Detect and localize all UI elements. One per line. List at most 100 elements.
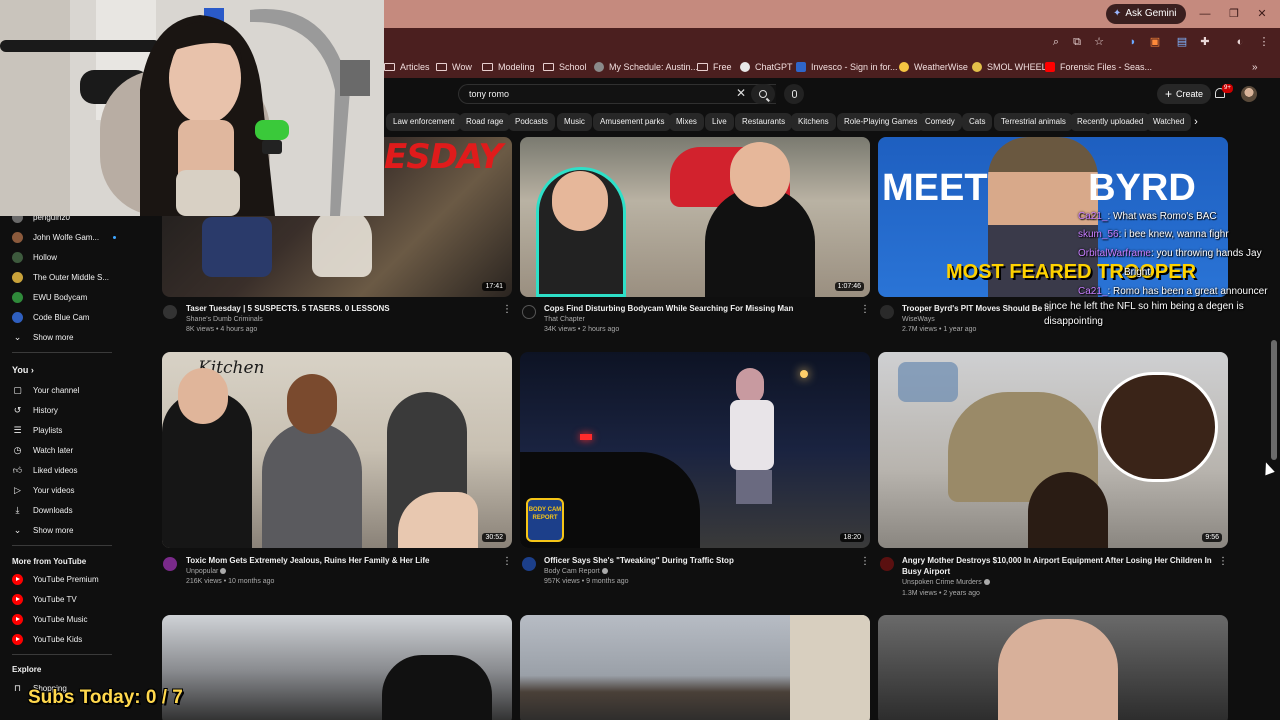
chrome-menu-icon[interactable]: ⋮ <box>1256 34 1272 50</box>
sidebar-item-watch-later[interactable]: ◷ Watch later <box>12 442 74 458</box>
chip-amusement-parks[interactable]: Amusement parks <box>593 113 672 131</box>
extension-icon-2[interactable]: ▤ <box>1174 34 1190 50</box>
sidebar-sub-ewu-bodycam[interactable]: EWU Bodycam <box>12 289 87 305</box>
video-thumbnail[interactable] <box>878 615 1228 720</box>
account-avatar[interactable] <box>1241 86 1257 102</box>
channel-avatar[interactable] <box>163 305 177 319</box>
video-title[interactable]: Officer Says She's "Tweaking" During Tra… <box>544 555 854 566</box>
video-title[interactable]: Trooper Byrd's PIT Moves Should Be Illeg… <box>902 303 1052 314</box>
chip-role-playing-games[interactable]: Role-Playing Games <box>837 113 925 131</box>
bookmark-school[interactable]: School <box>543 60 587 74</box>
bookmark-invesco[interactable]: Invesco - Sign in for... <box>796 60 898 74</box>
extension-icon[interactable]: ◗ <box>1125 34 1141 50</box>
video-menu-icon[interactable]: ⋮ <box>860 304 870 316</box>
bookmark-chatgpt[interactable]: ChatGPT <box>740 60 793 74</box>
profile-icon[interactable]: ◐ <box>1232 34 1248 50</box>
close-window-icon[interactable]: ✕ <box>1253 5 1271 23</box>
chip-law-enforcement[interactable]: Law enforcement <box>386 113 462 131</box>
channel-avatar[interactable] <box>880 557 894 571</box>
channel-avatar[interactable] <box>522 557 536 571</box>
bookmark-free[interactable]: Free <box>697 60 732 74</box>
chip-road-rage[interactable]: Road rage <box>459 113 511 131</box>
video-channel[interactable]: That Chapter <box>544 316 585 323</box>
video-title[interactable]: Angry Mother Destroys $10,000 In Airport… <box>902 555 1218 577</box>
sidebar-sub-john-wolfe[interactable]: John Wolfe Gam... <box>12 229 117 245</box>
video-channel[interactable]: Unpopular <box>186 568 227 575</box>
video-channel[interactable]: WiseWays <box>902 316 935 323</box>
sidebar-show-more[interactable]: ⌄ Show more <box>12 329 74 345</box>
create-button[interactable]: + Create <box>1157 84 1212 104</box>
channel-avatar[interactable] <box>522 305 536 319</box>
video-menu-icon[interactable]: ⋮ <box>860 556 870 568</box>
video-menu-icon[interactable]: ⋮ <box>502 556 512 568</box>
bookmark-smol-wheel[interactable]: SMOL WHEEL <box>972 60 1047 74</box>
clear-search-icon[interactable]: ✕ <box>734 86 748 100</box>
video-title[interactable]: Taser Tuesday | 5 SUSPECTS. 5 TASERS. 0 … <box>186 303 496 314</box>
chip-music[interactable]: Music <box>557 113 592 131</box>
channel-avatar[interactable] <box>163 557 177 571</box>
chip-terrestrial-animals[interactable]: Terrestrial animals <box>994 113 1073 131</box>
chip-recently-uploaded[interactable]: Recently uploaded <box>1070 113 1151 131</box>
minimize-icon[interactable]: — <box>1196 5 1214 23</box>
sidebar-item-playlists[interactable]: ☰ Playlists <box>12 422 62 438</box>
video-duration: 17:41 <box>482 282 506 291</box>
bookmark-my-schedule[interactable]: My Schedule: Austin... <box>594 60 698 74</box>
bookmark-wow[interactable]: Wow <box>436 60 472 74</box>
sidebar-item-downloads[interactable]: ⤓ Downloads <box>12 502 73 518</box>
video-thumbnail[interactable]: Kitchen 30:52 <box>162 352 512 548</box>
ask-gemini-button[interactable]: ✦ Ask Gemini <box>1106 4 1186 24</box>
video-thumbnail[interactable]: 9:56 <box>878 352 1228 548</box>
video-menu-icon[interactable]: ⋮ <box>502 304 512 316</box>
chip-kitchens[interactable]: Kitchens <box>791 113 836 131</box>
restore-icon[interactable]: ❐ <box>1225 5 1243 23</box>
chip-cats[interactable]: Cats <box>962 113 993 131</box>
chip-comedy[interactable]: Comedy <box>918 113 962 131</box>
sidebar-item-history[interactable]: ↺ History <box>12 402 58 418</box>
puzzle-extensions-icon[interactable]: ✚ <box>1197 34 1213 50</box>
chevron-right-icon[interactable]: › <box>1187 113 1205 131</box>
bookmark-star-icon[interactable]: ☆ <box>1091 34 1107 50</box>
video-channel[interactable]: Shane's Dumb Criminals <box>186 316 263 323</box>
sidebar-sub-outer-middle[interactable]: The Outer Middle S... <box>12 269 109 285</box>
sidebar-section-you[interactable]: You › <box>12 365 34 375</box>
sidebar-item-your-videos[interactable]: ▷ Your videos <box>12 482 75 498</box>
bookmark-modeling[interactable]: Modeling <box>482 60 535 74</box>
video-channel[interactable]: Body Cam Report <box>544 568 608 575</box>
video-thumbnail[interactable]: 1:07:46 <box>520 137 870 297</box>
video-menu-icon[interactable]: ⋮ <box>1218 556 1228 568</box>
sidebar-item-youtube-premium[interactable]: YouTube Premium <box>12 571 99 587</box>
chip-mixes[interactable]: Mixes <box>669 113 704 131</box>
voice-search-button[interactable] <box>784 84 804 104</box>
sidebar-show-more-2[interactable]: ⌄ Show more <box>12 522 74 538</box>
video-channel-name: Body Cam Report <box>544 568 600 575</box>
install-icon[interactable]: ⧉ <box>1069 34 1085 50</box>
video-duration: 30:52 <box>482 533 506 542</box>
sidebar-item-your-channel[interactable]: ▢ Your channel <box>12 382 79 398</box>
sidebar-sub-hollow[interactable]: Hollow <box>12 249 57 265</box>
video-thumbnail[interactable] <box>520 615 870 720</box>
sidebar-item-youtube-music[interactable]: YouTube Music <box>12 611 88 627</box>
sidebar-item-liked-videos[interactable]: 👍︎ Liked videos <box>12 462 78 478</box>
video-thumbnail[interactable]: BODY CAM REPORT 18:20 <box>520 352 870 548</box>
sidebar-sub-code-blue-cam[interactable]: Code Blue Cam <box>12 309 89 325</box>
bookmark-forensic-files[interactable]: Forensic Files - Seas... <box>1045 60 1152 74</box>
video-thumbnail[interactable] <box>162 615 512 720</box>
video-title[interactable]: Cops Find Disturbing Bodycam While Searc… <box>544 303 854 314</box>
sidebar-item-youtube-tv[interactable]: YouTube TV <box>12 591 77 607</box>
sidebar-item-label: Your videos <box>33 485 75 495</box>
sidebar-item-youtube-kids[interactable]: YouTube Kids <box>12 631 82 647</box>
channel-avatar[interactable] <box>880 305 894 319</box>
extension-badge-icon[interactable]: ▣ <box>1147 34 1163 50</box>
bookmarks-overflow-icon[interactable]: » <box>1252 60 1258 74</box>
chip-watched[interactable]: Watched <box>1146 113 1192 131</box>
search-button[interactable] <box>751 84 775 104</box>
bookmark-weatherwise[interactable]: WeatherWise <box>899 60 968 74</box>
zoom-icon[interactable]: ⌕ <box>1048 34 1064 50</box>
chip-live[interactable]: Live <box>705 113 734 131</box>
chip-restaurants[interactable]: Restaurants <box>735 113 793 131</box>
video-channel[interactable]: Unspoken Crime Murders <box>902 579 990 586</box>
video-title[interactable]: Toxic Mom Gets Extremely Jealous, Ruins … <box>186 555 496 566</box>
bookmark-articles[interactable]: Articles <box>384 60 430 74</box>
chip-podcasts[interactable]: Podcasts <box>508 113 555 131</box>
scrollbar-thumb[interactable] <box>1271 340 1277 460</box>
